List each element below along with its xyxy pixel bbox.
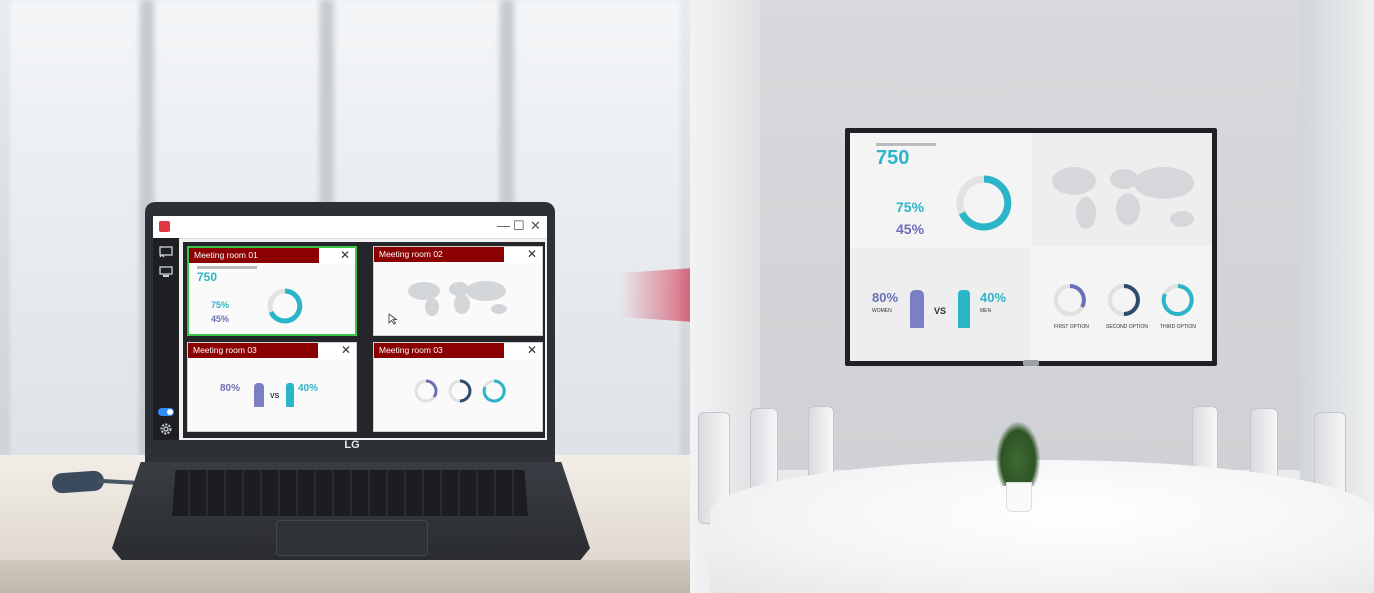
option-label: SECOND OPTION	[1106, 324, 1148, 330]
donut-chart-icon	[267, 288, 303, 324]
option-label: THIRD OPTION	[1160, 324, 1196, 330]
man-icon	[958, 290, 970, 328]
display-panel	[1032, 133, 1212, 246]
meeting-room-tile[interactable]: Meeting room 03 ✕	[373, 342, 543, 432]
laptop-scene: — ☐ ✕ Meeting room 01 ✕ 750 75% 45% Meet…	[0, 0, 690, 593]
preview-stat: 75%	[211, 300, 230, 310]
display-panel: 80% WOMEN VS 40% MEN	[850, 248, 1030, 361]
meeting-room-tile[interactable]: Meeting room 02 ✕	[373, 246, 543, 336]
display-brand-logo	[1023, 360, 1039, 366]
tile-preview: 80% VS 40%	[188, 359, 356, 431]
meeting-room-tile[interactable]: Meeting room 01 ✕ 750 75% 45%	[187, 246, 357, 336]
app-logo-icon	[159, 221, 170, 232]
conference-table	[710, 460, 1374, 593]
tile-close-icon[interactable]: ✕	[527, 343, 537, 358]
meeting-room-scene: 750 75% 45% 80% WOMEN VS 40% MEN FIRST O…	[690, 0, 1374, 593]
app-titlebar: — ☐ ✕	[153, 216, 547, 239]
display-stat: 750	[876, 147, 910, 169]
tile-title: Meeting room 03	[188, 343, 318, 358]
tile-close-icon[interactable]: ✕	[527, 247, 537, 262]
preview-stat: 45%	[211, 314, 230, 324]
trackpad	[276, 520, 428, 556]
meeting-room-grid: Meeting room 01 ✕ 750 75% 45% Meeting ro…	[183, 242, 545, 438]
tile-title: Meeting room 02	[374, 247, 504, 262]
display-panel: 750 75% 45%	[850, 133, 1030, 246]
tile-title: Meeting room 01	[189, 248, 319, 263]
meeting-room-tile[interactable]: Meeting room 03 ✕ 80% VS 40%	[187, 342, 357, 432]
progress-rings-icon	[414, 379, 506, 403]
tile-preview: 750 75% 45%	[189, 264, 355, 334]
man-icon	[286, 383, 294, 407]
tile-close-icon[interactable]: ✕	[341, 343, 351, 358]
laptop-brand-logo: LG	[344, 439, 360, 451]
preview-stat: 80%	[220, 383, 241, 394]
display-panel: FIRST OPTION SECOND OPTION THIRD OPTION	[1032, 248, 1212, 361]
wall-display: 750 75% 45% 80% WOMEN VS 40% MEN FIRST O…	[845, 128, 1217, 366]
plant-icon	[996, 422, 1040, 486]
laptop-lid: — ☐ ✕ Meeting room 01 ✕ 750 75% 45% Meet…	[145, 202, 555, 462]
display-stat: 40%	[980, 290, 1007, 305]
vs-label: VS	[934, 306, 947, 316]
plant-pot	[1006, 482, 1032, 512]
display-label: MEN	[980, 308, 992, 314]
preview-stat: 40%	[298, 383, 319, 394]
cursor-icon	[388, 313, 398, 325]
vs-label: VS	[270, 393, 280, 400]
world-map-icon	[1052, 167, 1194, 229]
minimize-button[interactable]: —	[497, 218, 510, 234]
maximize-button[interactable]: ☐	[513, 218, 525, 234]
display-stat: 80%	[872, 290, 899, 305]
close-button[interactable]: ✕	[530, 218, 541, 234]
tile-close-icon[interactable]: ✕	[340, 248, 350, 263]
side-rail	[153, 238, 179, 440]
tile-preview	[374, 263, 542, 335]
display-label: WOMEN	[872, 308, 892, 314]
desk-edge	[0, 560, 690, 593]
display-stat: 75%	[896, 199, 925, 215]
display-stat: 45%	[896, 221, 925, 237]
preview-stat: 750	[197, 270, 218, 284]
toggle-icon[interactable]	[158, 408, 174, 416]
display-icon[interactable]	[159, 266, 173, 278]
laptop-screen: — ☐ ✕ Meeting room 01 ✕ 750 75% 45% Meet…	[153, 216, 547, 440]
wireless-dongle	[51, 470, 105, 494]
preview-text-line	[197, 266, 257, 269]
gear-icon[interactable]	[159, 422, 173, 436]
woman-icon	[910, 290, 924, 328]
window-pane	[10, 0, 140, 470]
tile-title: Meeting room 03	[374, 343, 504, 358]
display-screen: 750 75% 45% 80% WOMEN VS 40% MEN FIRST O…	[850, 133, 1212, 361]
screen-share-icon[interactable]	[159, 246, 173, 258]
keyboard	[172, 470, 528, 516]
tile-preview	[374, 359, 542, 431]
progress-rings-icon	[1054, 284, 1194, 317]
text-line	[876, 143, 936, 146]
woman-icon	[254, 383, 264, 407]
option-label: FIRST OPTION	[1054, 324, 1089, 330]
world-map-icon	[408, 281, 507, 316]
donut-chart-icon	[956, 175, 1012, 231]
